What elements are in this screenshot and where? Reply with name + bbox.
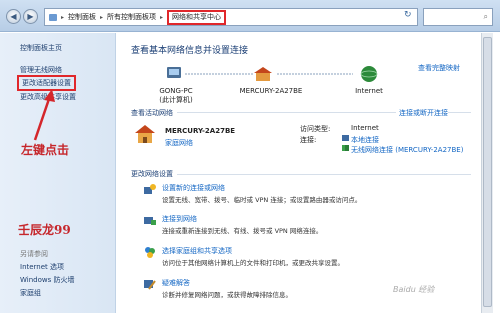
troubleshoot-icon [144,280,156,290]
task-troubleshoot-desc: 诊断并修复网络问题，或获得故障排除信息。 [162,291,292,299]
sidebar-item-manage-wireless[interactable]: 管理无线网络 [20,65,62,75]
breadcrumb-separator: ▸ [61,13,65,21]
task-homegroup-sharing-desc: 访问位于其他网络计算机上的文件和打印机，或更改共享设置。 [162,259,344,267]
task-connect-network[interactable]: 连接到网络 [162,214,197,224]
home-network-icon [135,125,155,143]
active-networks-heading: 查看活动网络 [131,108,177,118]
see-also-heading: 另请参阅 [20,250,48,258]
home-icon [254,67,272,73]
access-type-value: Internet [351,124,379,132]
title-bar: ◀ ▶ ▸ 控制面板 ▸ 所有控制面板项 ▸ 网络和共享中心 ↻ ⌕ [0,0,500,32]
sidebar-item-internet-options[interactable]: Internet 选项 [20,262,64,272]
wireless-connection-link[interactable]: 无线网络连接 (MERCURY-2A27BE) [351,145,463,155]
search-input[interactable]: ⌕ [423,8,493,26]
sidebar-item-homegroup[interactable]: 家庭组 [20,288,41,298]
annotation-arrow [33,89,55,141]
homegroup-icon [145,247,155,258]
main-panel: 查看基本网络信息并设置连接 查看完整映射 GONG-PC (此计算机) MERC… [117,33,481,313]
breadcrumb-separator: ▸ [100,13,104,21]
node-this-pc-name: GONG-PC [159,87,193,95]
task-setup-connection-desc: 设置无线、宽带、拨号、临时或 VPN 连接；或设置路由器或访问点。 [162,196,362,204]
task-connect-network-desc: 连接或重新连接到无线、有线、拨号或 VPN 网络连接。 [162,227,323,235]
node-internet: Internet [355,87,383,95]
scrollbar-thumb[interactable] [483,37,492,307]
task-homegroup-sharing[interactable]: 选择家庭组和共享选项 [162,246,232,256]
lan-connection-link[interactable]: 本地连接 [351,135,379,145]
annotation-text: 左键点击 [21,143,70,157]
breadcrumb-current[interactable]: 网络和共享中心 [167,9,227,25]
node-router: MERCURY-2A27BE [239,87,303,95]
change-settings-heading: 更改网络设置 [131,169,177,179]
forward-button[interactable]: ▶ [23,9,38,24]
breadcrumb-all-items[interactable]: 所有控制面板项 [107,12,156,22]
node-this-pc-sub: (此计算机) [159,96,193,104]
vertical-scrollbar[interactable] [481,33,493,313]
connect-disconnect-link[interactable]: 连接或断开连接 [396,108,448,118]
wifi-signal-icon [342,145,349,151]
new-connection-icon [144,184,156,194]
site-watermark: Baidu 经验 [393,285,435,294]
address-bar[interactable]: ▸ 控制面板 ▸ 所有控制面板项 ▸ 网络和共享中心 [44,8,418,26]
back-button[interactable]: ◀ [6,9,21,24]
lan-icon [342,135,349,141]
author-watermark: 壬辰龙99 [18,223,71,237]
connections-label: 连接: [300,136,317,144]
node-this-pc: GONG-PC (此计算机) [159,87,193,105]
task-setup-connection[interactable]: 设置新的连接或网络 [162,183,225,193]
network-type-link[interactable]: 家庭网络 [165,138,193,148]
connect-network-icon [144,217,156,225]
folder-icon [49,13,57,21]
breadcrumb-control-panel[interactable]: 控制面板 [68,12,96,22]
search-icon: ⌕ [483,12,488,21]
sidebar-item-firewall[interactable]: Windows 防火墙 [20,275,74,285]
network-map [167,66,378,82]
page-title: 查看基本网络信息并设置连接 [131,46,249,56]
active-network-name: MERCURY-2A27BE [165,127,236,135]
refresh-icon[interactable]: ↻ [404,10,412,20]
access-type-label: 访问类型: [300,125,331,133]
sidebar: 控制面板主页 管理无线网络 更改适配器设置 更改高级共享设置 另请参阅 Inte… [0,33,116,313]
globe-icon [361,66,377,82]
task-troubleshoot[interactable]: 疑难解答 [162,278,190,288]
full-map-link[interactable]: 查看完整映射 [418,63,460,73]
breadcrumb-separator: ▸ [160,13,164,21]
sidebar-item-home[interactable]: 控制面板主页 [20,43,62,53]
